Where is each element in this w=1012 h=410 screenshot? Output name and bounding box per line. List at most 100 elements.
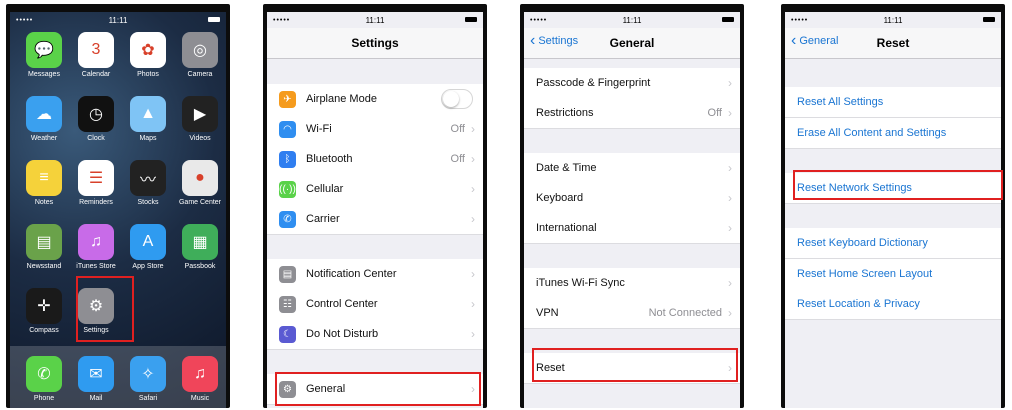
chevron-left-icon: ‹ — [791, 32, 797, 49]
app-calendar[interactable]: 3 Calendar — [70, 32, 122, 78]
chevron-right-icon: › — [471, 297, 475, 311]
back-button[interactable]: ‹ General — [791, 32, 839, 49]
app-compass[interactable]: ✛ Compass — [18, 288, 70, 334]
page-title: Settings — [351, 36, 399, 50]
app-photos[interactable]: ✿ Photos — [122, 32, 174, 78]
newsstand-icon: ▤ — [26, 224, 62, 260]
settings-row-bluetooth[interactable]: ᛒ Bluetooth Off › — [267, 144, 483, 175]
itunes-store-icon: ♫ — [78, 224, 114, 260]
chevron-left-icon: ‹ — [530, 32, 536, 49]
reset-row-erase-all-content-and-settings[interactable]: Erase All Content and Settings — [785, 118, 1001, 149]
app-weather[interactable]: ☁ Weather — [18, 96, 70, 142]
settings-row-do-not-disturb[interactable]: ☾ Do Not Disturb › — [267, 319, 483, 350]
messages-icon: 💬 — [26, 32, 62, 68]
settings-row-wi-fi[interactable]: ◠ Wi-Fi Off › — [267, 114, 483, 145]
music-icon: ♫ — [182, 356, 218, 392]
app-clock[interactable]: ◷ Clock — [70, 96, 122, 142]
app-newsstand[interactable]: ▤ Newsstand — [18, 224, 70, 270]
row-label: Date & Time — [536, 162, 597, 174]
row-label: Do Not Disturb — [306, 328, 379, 340]
app-reminders[interactable]: ☰ Reminders — [70, 160, 122, 206]
app-label: Maps — [139, 135, 157, 142]
dock-app-phone[interactable]: ✆ Phone — [18, 356, 70, 402]
signal-dots: ••••• — [16, 16, 34, 24]
cellular-icon: ((·)) — [279, 180, 296, 198]
general-row-vpn[interactable]: VPN Not Connected › — [524, 298, 740, 329]
row-label: Passcode & Fingerprint — [536, 77, 651, 89]
chevron-right-icon: › — [471, 267, 475, 281]
row-label: Notification Center — [306, 268, 397, 280]
app-label: App Store — [132, 263, 164, 270]
app-videos[interactable]: ▶ Videos — [174, 96, 226, 142]
compass-icon: ✛ — [26, 288, 62, 324]
settings-row-carrier[interactable]: ✆ Carrier › — [267, 204, 483, 235]
chevron-right-icon: › — [728, 106, 732, 120]
row-value: Off — [450, 153, 465, 165]
row-label: Control Center — [306, 298, 378, 310]
battery-icon — [208, 17, 220, 22]
app-maps[interactable]: ▲ Maps — [122, 96, 174, 142]
general-row-passcode-fingerprint[interactable]: Passcode & Fingerprint › — [524, 68, 740, 99]
general-row-date-time[interactable]: Date & Time › — [524, 153, 740, 184]
back-label: General — [799, 35, 839, 47]
dock-app-safari[interactable]: ✧ Safari — [122, 356, 174, 402]
app-label: Compass — [29, 327, 59, 334]
dock-app-mail[interactable]: ✉ Mail — [70, 356, 122, 402]
chevron-right-icon: › — [728, 221, 732, 235]
settings-screen: ••••• 11:11 Settings ✈ Airplane Mode ◠ Wi-F… — [267, 12, 483, 408]
chevron-right-icon: › — [728, 76, 732, 90]
general-row-itunes-wi-fi-sync[interactable]: iTunes Wi-Fi Sync › — [524, 268, 740, 299]
chevron-right-icon: › — [471, 152, 475, 166]
back-button[interactable]: ‹ Settings — [530, 32, 578, 49]
row-label: Reset All Settings — [797, 96, 884, 108]
phone-icon: ✆ — [26, 356, 62, 392]
status-time: 11:11 — [883, 15, 903, 25]
app-label: Videos — [189, 135, 211, 142]
settings-row-cellular[interactable]: ((·)) Cellular › — [267, 174, 483, 205]
chevron-right-icon: › — [728, 161, 732, 175]
app-label: Passbook — [184, 263, 216, 270]
videos-icon: ▶ — [182, 96, 218, 132]
app-messages[interactable]: 💬 Messages — [18, 32, 70, 78]
reset-row-reset-keyboard-dictionary[interactable]: Reset Keyboard Dictionary — [785, 228, 1001, 259]
airplane-mode-toggle[interactable] — [441, 89, 473, 109]
control-center-icon: ☷ — [279, 295, 296, 313]
app-label: Phone — [33, 395, 55, 402]
battery-icon — [465, 17, 477, 22]
signal-dots: ••••• — [791, 16, 809, 24]
app-camera[interactable]: ◎ Camera — [174, 32, 226, 78]
row-label: Reset Location & Privacy — [797, 298, 920, 310]
status-bar: ••••• 11:11 — [524, 12, 740, 28]
status-bar: ••••• 11:11 — [267, 12, 483, 28]
app-stocks[interactable]: 〰 Stocks — [122, 160, 174, 206]
row-label: iTunes Wi-Fi Sync — [536, 277, 625, 289]
nav-bar: ‹ General Reset — [785, 28, 1001, 59]
app-label: Notes — [34, 199, 54, 206]
row-value: Off — [450, 123, 465, 135]
carrier-phone-icon: ✆ — [279, 210, 296, 228]
notes-icon: ≡ — [26, 160, 62, 196]
app-label: Game Center — [178, 199, 222, 206]
settings-row-control-center[interactable]: ☷ Control Center › — [267, 289, 483, 320]
reset-row-reset-all-settings[interactable]: Reset All Settings — [785, 87, 1001, 118]
app-game-center[interactable]: ● Game Center — [174, 160, 226, 206]
settings-row-notification-center[interactable]: ▤ Notification Center › — [267, 259, 483, 290]
app-passbook[interactable]: ▦ Passbook — [174, 224, 226, 270]
airplane-icon: ✈ — [279, 90, 296, 108]
general-row-restrictions[interactable]: Restrictions Off › — [524, 98, 740, 129]
general-row-keyboard[interactable]: Keyboard › — [524, 183, 740, 214]
app-app-store[interactable]: A App Store — [122, 224, 174, 270]
bluetooth-icon: ᛒ — [279, 150, 296, 168]
reset-row-reset-home-screen-layout[interactable]: Reset Home Screen Layout — [785, 259, 1001, 290]
row-label: Airplane Mode — [306, 93, 377, 105]
app-notes[interactable]: ≡ Notes — [18, 160, 70, 206]
settings-row-airplane-mode[interactable]: ✈ Airplane Mode — [267, 84, 483, 115]
general-row-international[interactable]: International › — [524, 213, 740, 244]
status-bar: ••••• 11:11 — [785, 12, 1001, 28]
app-itunes-store[interactable]: ♫ iTunes Store — [70, 224, 122, 270]
chevron-right-icon: › — [471, 327, 475, 341]
reset-row-reset-location-privacy[interactable]: Reset Location & Privacy — [785, 289, 1001, 320]
dock-app-music[interactable]: ♫ Music — [174, 356, 226, 402]
status-time: 11:11 — [622, 15, 642, 25]
app-label: Camera — [187, 71, 213, 78]
